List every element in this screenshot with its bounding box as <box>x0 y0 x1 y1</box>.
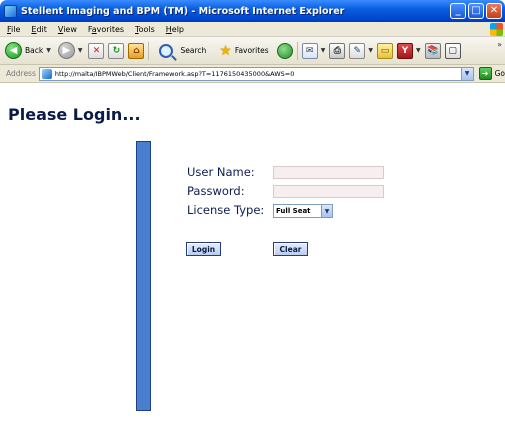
ie-app-icon[interactable] <box>4 4 17 18</box>
forward-button[interactable]: ▶ ▼ <box>56 40 85 62</box>
address-bar: Address http://malta/IBPMWeb/Client/Fram… <box>0 65 505 83</box>
forward-dropdown-icon[interactable]: ▼ <box>78 47 83 54</box>
mail-dropdown-icon[interactable]: ▼ <box>321 47 326 54</box>
go-arrow-icon: ➜ <box>478 67 492 80</box>
menu-bar: File Edit View Favorites Tools Help <box>0 22 505 37</box>
address-url[interactable]: http://malta/IBPMWeb/Client/Framework.as… <box>55 70 295 78</box>
decorative-side-bar <box>136 141 151 411</box>
maximize-button[interactable]: □ <box>468 3 484 19</box>
fullscreen-icon[interactable]: ▢ <box>444 42 461 59</box>
page-title: Please Login... <box>8 105 141 124</box>
messenger-dropdown-icon[interactable]: ▼ <box>416 47 421 54</box>
close-button[interactable]: ✕ <box>486 3 502 19</box>
menu-tools[interactable]: Tools <box>135 25 155 34</box>
toolbar-separator <box>296 41 298 60</box>
toolbar-overflow-icon[interactable]: » <box>497 40 502 49</box>
menu-view[interactable]: View <box>58 25 77 34</box>
back-icon: ◀ <box>5 42 22 59</box>
research-icon[interactable]: 📚 <box>424 42 441 59</box>
menu-edit[interactable]: Edit <box>31 25 47 34</box>
chevron-down-icon[interactable]: ▼ <box>321 205 332 217</box>
home-icon[interactable]: ⌂ <box>128 42 145 59</box>
search-label: Search <box>180 46 207 55</box>
window-controls: _ □ ✕ <box>450 3 502 19</box>
page-content: Please Login... User Name: Password: Lic… <box>0 83 505 432</box>
messenger-icon[interactable]: Y <box>396 42 413 59</box>
menu-favorites[interactable]: Favorites <box>88 25 124 34</box>
back-dropdown-icon[interactable]: ▼ <box>46 47 51 54</box>
go-label: Go <box>494 69 505 78</box>
favorites-star-icon: ★ <box>219 42 232 59</box>
forward-icon: ▶ <box>57 42 75 59</box>
standard-toolbar: ◀ Back ▼ ▶ ▼ ✕ ↻ ⌂ Search ★ Favorites ✉ … <box>0 37 505 65</box>
minimize-button[interactable]: _ <box>450 3 466 19</box>
windows-logo-icon <box>490 23 503 36</box>
window-title: Stellent Imaging and BPM (TM) - Microsof… <box>21 5 345 17</box>
license-type-label: License Type: <box>187 203 265 217</box>
mail-icon[interactable]: ✉ <box>301 42 318 59</box>
print-icon[interactable]: ⎙ <box>329 42 346 59</box>
window-title-bar[interactable]: Stellent Imaging and BPM (TM) - Microsof… <box>0 0 505 22</box>
back-button[interactable]: ◀ Back ▼ <box>3 40 53 62</box>
username-input[interactable] <box>273 166 384 179</box>
favorites-label: Favorites <box>234 46 269 55</box>
edit-dropdown-icon[interactable]: ▼ <box>368 47 373 54</box>
search-button[interactable]: Search <box>152 40 208 62</box>
password-label: Password: <box>187 184 245 198</box>
username-label: User Name: <box>187 165 255 179</box>
login-button[interactable]: Login <box>186 242 221 256</box>
toolbar-separator <box>148 41 150 60</box>
page-icon <box>41 68 52 79</box>
search-icon <box>159 43 174 58</box>
stop-icon[interactable]: ✕ <box>88 42 105 59</box>
address-label: Address <box>6 69 36 78</box>
license-type-value: Full Seat <box>276 207 311 215</box>
license-type-select[interactable]: Full Seat ▼ <box>273 204 333 218</box>
clear-button[interactable]: Clear <box>273 242 308 256</box>
address-input[interactable]: http://malta/IBPMWeb/Client/Framework.as… <box>38 66 474 81</box>
media-icon[interactable] <box>276 42 293 59</box>
back-label: Back <box>25 46 44 55</box>
menu-file[interactable]: File <box>7 25 20 34</box>
favorites-button[interactable]: ★ Favorites <box>211 40 270 62</box>
refresh-icon[interactable]: ↻ <box>108 42 125 59</box>
go-button[interactable]: ➜ Go <box>478 67 505 80</box>
address-dropdown-icon[interactable]: ▼ <box>460 67 473 80</box>
menu-help[interactable]: Help <box>166 25 184 34</box>
folder-icon[interactable]: ▭ <box>376 42 393 59</box>
edit-icon[interactable]: ✎ <box>349 42 366 59</box>
password-input[interactable] <box>273 185 384 198</box>
